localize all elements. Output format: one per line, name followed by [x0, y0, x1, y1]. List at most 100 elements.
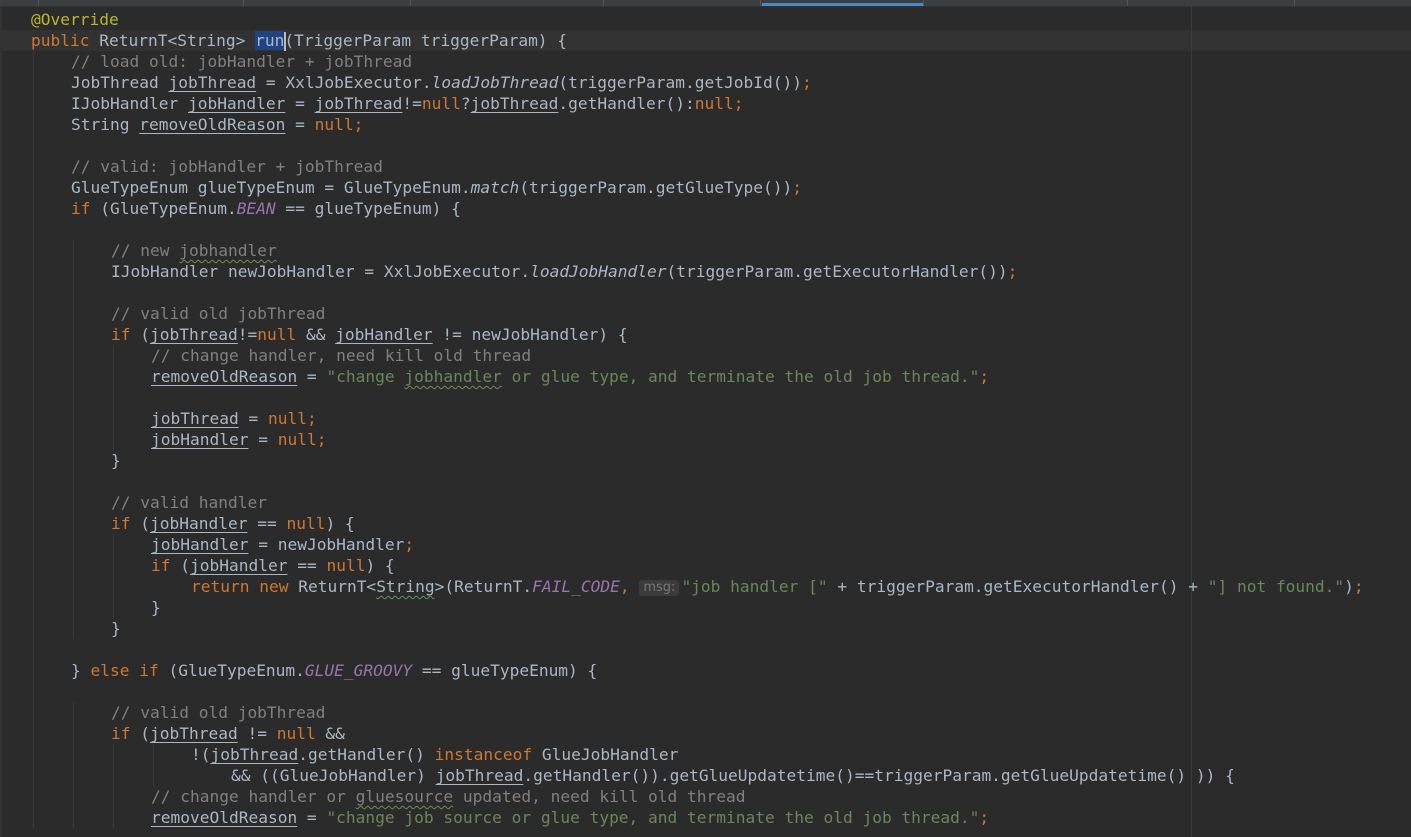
code-line[interactable]: removeOldReason = "change jobhandler or … — [151, 366, 989, 387]
code-token: ; — [1007, 262, 1018, 281]
code-token: // change handler or — [151, 787, 356, 806]
code-line[interactable]: // valid old jobThread — [111, 303, 325, 324]
code-line[interactable]: IJobHandler newJobHandler = XxlJobExecut… — [111, 261, 1017, 282]
code-token: null — [421, 94, 461, 113]
code-line[interactable]: if (jobHandler == null) { — [111, 513, 355, 534]
code-token: if — [71, 199, 91, 218]
code-line[interactable]: if (jobThread != null && — [111, 723, 345, 744]
indent-guide — [33, 51, 34, 828]
code-line[interactable]: public ReturnT<String> run(TriggerParam … — [31, 30, 567, 51]
code-token: && — [315, 724, 345, 743]
code-line[interactable]: String removeOldReason = null; — [71, 114, 363, 135]
code-line[interactable]: // load old: jobHandler + jobThread — [71, 51, 412, 72]
code-token: ? — [460, 94, 471, 113]
code-token: ; — [801, 73, 812, 92]
code-token: else if — [90, 661, 159, 680]
code-token: IJobHandler newJobHandler = XxlJobExecut… — [111, 262, 531, 281]
code-token: if — [151, 556, 171, 575]
selected-identifier: run — [255, 31, 285, 50]
code-line[interactable]: // valid: jobHandler + jobThread — [71, 156, 383, 177]
code-token: FAIL_CODE — [532, 577, 620, 596]
code-token: = XxlJobExecutor. — [256, 73, 432, 92]
code-line[interactable]: GlueTypeEnum glueTypeEnum = GlueTypeEnum… — [71, 177, 802, 198]
code-token: match — [470, 178, 520, 197]
code-token: jobThread — [150, 325, 238, 344]
code-line[interactable]: // valid old jobThread — [111, 702, 325, 723]
code-token: gluesource — [355, 787, 454, 806]
code-token: = newJobHandler — [248, 535, 405, 554]
code-line[interactable]: if (jobHandler == null) { — [151, 555, 395, 576]
code-line[interactable]: } — [111, 618, 121, 639]
code-line[interactable]: return new ReturnT<String>(ReturnT.FAIL_… — [191, 576, 1364, 597]
code-line[interactable]: } else if (GlueTypeEnum.GLUE_GROOVY == g… — [71, 660, 597, 681]
code-line[interactable]: // change handler or gluesource updated,… — [151, 786, 746, 807]
code-line[interactable]: // change handler, need kill old thread — [151, 345, 531, 366]
code-line[interactable]: } — [111, 450, 121, 471]
code-editor[interactable]: @Override public ReturnT<String> run(Trig… — [0, 0, 1411, 837]
code-line[interactable]: // valid handler — [111, 492, 267, 513]
code-token: jobHandler — [151, 430, 249, 449]
code-token: // new — [111, 241, 180, 260]
code-line[interactable]: removeOldReason = "change job source or … — [151, 807, 989, 828]
code-line[interactable]: jobHandler = newJobHandler; — [151, 534, 414, 555]
code-token: // valid: jobHandler + jobThread — [71, 157, 383, 176]
code-token: = — [297, 367, 327, 386]
code-token: = — [297, 808, 327, 827]
code-line[interactable]: @Override — [31, 9, 119, 30]
code-token: ; — [979, 367, 990, 386]
code-token: ( — [170, 556, 190, 575]
code-token: removeOldReason — [151, 367, 298, 386]
code-token: } — [151, 598, 161, 617]
code-token: jobThread — [314, 94, 403, 113]
code-token: or glue type, and terminate the old job … — [501, 367, 980, 386]
code-line[interactable]: && ((GlueJobHandler) jobThread.getHandle… — [231, 765, 1235, 786]
code-token: != — [402, 94, 422, 113]
code-token: ) — [1344, 577, 1354, 596]
code-token: GlueJobHandler — [532, 745, 679, 764]
code-token: jobThread — [150, 724, 238, 743]
code-token: >(ReturnT. — [434, 577, 533, 596]
code-token: ( — [130, 724, 150, 743]
code-token: == glueTypeEnum) { — [275, 199, 461, 218]
indent-guide — [113, 345, 114, 450]
code-token: = — [248, 430, 278, 449]
code-line[interactable]: JobThread jobThread = XxlJobExecutor.loa… — [71, 72, 812, 93]
code-token: ; — [792, 178, 802, 197]
code-line[interactable]: // new jobhandler — [111, 240, 277, 261]
code-line[interactable]: if (jobThread!=null && jobHandler != new… — [111, 324, 628, 345]
code-token: = — [238, 409, 268, 428]
indent-guide — [73, 240, 74, 639]
code-line[interactable]: } — [151, 597, 161, 618]
code-token: GLUE_GROOVY — [304, 661, 413, 680]
code-token: ; — [404, 535, 415, 554]
code-line[interactable]: jobThread = null; — [151, 408, 317, 429]
code-token: } — [71, 661, 91, 680]
code-token: ; — [1353, 577, 1364, 596]
code-token: null; — [277, 430, 327, 449]
editor-tab-strip[interactable] — [0, 0, 1411, 7]
parameter-hint: msg: — [639, 580, 680, 596]
code-token: ; — [979, 808, 990, 827]
code-token: ) { — [325, 514, 355, 533]
code-token: jobThread — [435, 766, 524, 785]
code-token: (TriggerParam triggerParam) { — [284, 31, 568, 50]
code-token: instanceof — [434, 745, 533, 764]
code-token: if — [111, 724, 131, 743]
code-line[interactable]: if (GlueTypeEnum.BEAN == glueTypeEnum) { — [71, 198, 461, 219]
active-tab-indicator[interactable] — [762, 3, 923, 6]
indent-guide — [113, 534, 114, 618]
code-token: String — [71, 115, 140, 134]
code-token: @Override — [31, 10, 119, 29]
indent-guide — [73, 702, 74, 828]
code-line[interactable]: jobHandler = null; — [151, 429, 326, 450]
code-token: && — [296, 325, 336, 344]
code-token: if — [111, 325, 131, 344]
code-line[interactable]: !(jobThread.getHandler() instanceof Glue… — [191, 744, 678, 765]
right-margin-guide — [1191, 6, 1192, 837]
code-token: "change — [326, 367, 405, 386]
code-token: (triggerParam.getGlueType()) — [519, 178, 793, 197]
code-token: ) { — [365, 556, 395, 575]
code-line[interactable]: IJobHandler jobHandler = jobThread!=null… — [71, 93, 744, 114]
text-caret — [284, 32, 287, 51]
tab-divider — [603, 0, 604, 6]
